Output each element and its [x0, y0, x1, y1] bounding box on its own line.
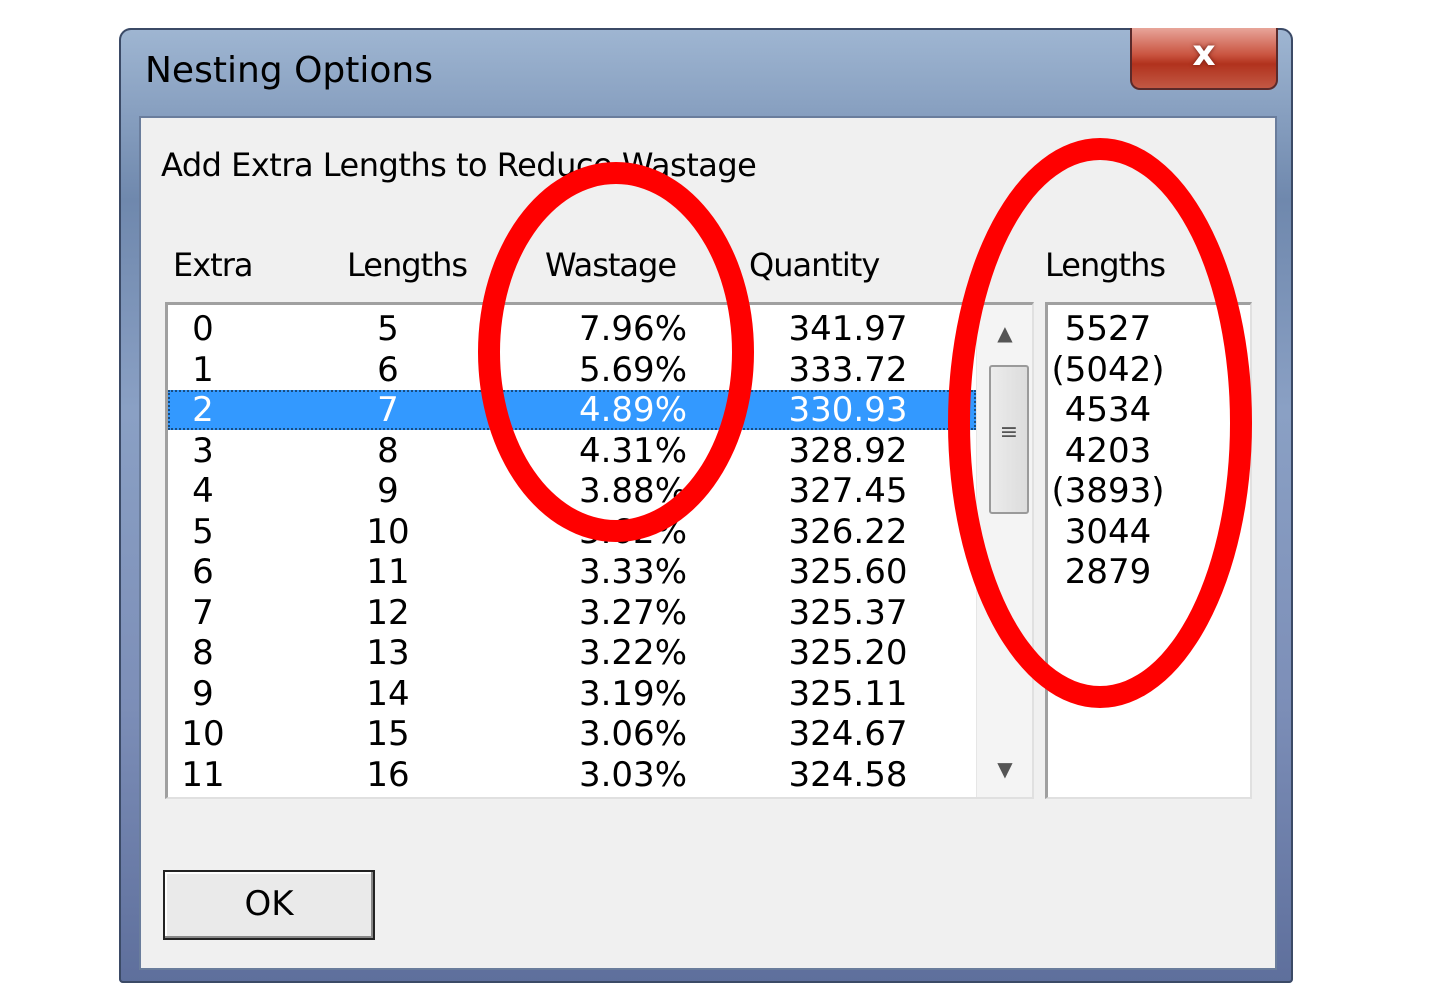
cell-lengths: 9: [377, 471, 399, 511]
table-row[interactable]: 0 5 7.96% 341.97: [168, 309, 976, 349]
lengths-listbox[interactable]: 5527 (5042) 4534 4203 (3893) 3044 2879: [1045, 302, 1252, 799]
cell-wastage: 3.33%: [578, 552, 687, 592]
cell-wastage: 3.03%: [578, 754, 687, 795]
cell-extra: 5: [192, 511, 214, 552]
column-header-lengths: Lengths: [347, 246, 468, 284]
cell-wastage: 4.31%: [578, 430, 687, 471]
cell-extra: 10: [181, 714, 225, 754]
list-item[interactable]: (3893): [1048, 471, 1168, 511]
list-item[interactable]: 3044: [1048, 512, 1168, 552]
scroll-down-icon[interactable]: ▼: [977, 749, 1032, 789]
cell-quantity: 325.37: [788, 592, 908, 633]
cell-quantity: 341.97: [788, 309, 908, 349]
column-header-extra: Extra: [173, 246, 253, 284]
cell-extra: 2: [192, 390, 214, 430]
cell-lengths: 13: [366, 633, 410, 673]
table-row[interactable]: 3 8 4.31% 328.92: [168, 431, 976, 471]
dialog-body: Add Extra Lengths to Reduce Wastage Extr…: [139, 116, 1277, 970]
cell-wastage: 7.96%: [578, 309, 687, 349]
cell-wastage: 3.27%: [578, 592, 687, 633]
cell-quantity: 325.60: [788, 552, 908, 592]
list-item[interactable]: 4534: [1048, 390, 1168, 430]
dialog-heading: Add Extra Lengths to Reduce Wastage: [161, 146, 757, 184]
cell-extra: 9: [192, 673, 214, 714]
cell-wastage: 3.22%: [578, 633, 687, 673]
table-row[interactable]: 8 13 3.22% 325.20: [168, 633, 976, 673]
cell-lengths: 15: [366, 714, 410, 754]
list-item[interactable]: 2879: [1048, 552, 1168, 592]
options-list[interactable]: 0 5 7.96% 341.97 1 6 5.69% 333.72 2 7 4.89% 330.93 3…: [165, 302, 1034, 799]
cell-extra: 11: [181, 754, 225, 795]
cell-quantity: 324.58: [788, 754, 908, 795]
cell-quantity: 330.93: [788, 390, 908, 430]
cell-quantity: 325.20: [788, 633, 908, 673]
cell-extra: 8: [192, 633, 214, 673]
cell-wastage: 5.69%: [578, 349, 687, 390]
table-row[interactable]: 11 16 3.03% 324.58: [168, 755, 976, 795]
cell-quantity: 327.45: [788, 471, 908, 511]
list-item[interactable]: (5042): [1048, 350, 1168, 390]
cell-quantity: 333.72: [788, 349, 908, 390]
cell-quantity: 326.22: [788, 511, 908, 552]
cell-extra: 1: [192, 349, 214, 390]
cell-quantity: 328.92: [788, 430, 908, 471]
close-icon: x: [1192, 33, 1216, 74]
table-row[interactable]: 1 6 5.69% 333.72: [168, 350, 976, 390]
close-button[interactable]: x: [1130, 28, 1278, 90]
cell-lengths: 6: [377, 349, 399, 390]
cell-wastage: 4.89%: [578, 390, 687, 430]
table-row[interactable]: 9 14 3.19% 325.11: [168, 674, 976, 714]
cell-lengths: 5: [377, 309, 399, 349]
cell-wastage: 3.88%: [578, 471, 687, 511]
list-item[interactable]: 4203: [1048, 431, 1168, 471]
cell-lengths: 11: [366, 552, 410, 592]
table-row[interactable]: 10 15 3.06% 324.67: [168, 714, 976, 754]
column-header-wastage: Wastage: [545, 246, 677, 284]
cell-lengths: 10: [366, 511, 410, 552]
cell-lengths: 7: [377, 390, 399, 430]
cell-lengths: 12: [366, 592, 410, 633]
cell-extra: 4: [192, 471, 214, 511]
nesting-options-window: Nesting Options x Add Extra Lengths to R…: [119, 28, 1293, 983]
cell-wastage: 3.19%: [578, 673, 687, 714]
cell-quantity: 324.67: [788, 714, 908, 754]
cell-quantity: 325.11: [788, 673, 908, 714]
window-title: Nesting Options: [145, 50, 433, 91]
column-header-quantity: Quantity: [749, 246, 880, 284]
scroll-thumb[interactable]: ≡: [989, 365, 1029, 514]
cell-lengths: 16: [366, 754, 410, 795]
cell-extra: 7: [192, 592, 214, 633]
cell-lengths: 14: [366, 673, 410, 714]
table-row[interactable]: 6 11 3.33% 325.60: [168, 552, 976, 592]
table-row[interactable]: 2 7 4.89% 330.93: [168, 390, 976, 430]
cell-lengths: 8: [377, 430, 399, 471]
scroll-up-icon[interactable]: ▲: [977, 313, 1032, 353]
list-item[interactable]: 5527: [1048, 309, 1168, 349]
grip-icon: ≡: [999, 420, 1019, 445]
table-row[interactable]: 7 12 3.27% 325.37: [168, 593, 976, 633]
ok-button[interactable]: OK: [163, 870, 375, 940]
table-row[interactable]: 4 9 3.88% 327.45: [168, 471, 976, 511]
cell-wastage: 3.62%: [578, 511, 687, 552]
vertical-scrollbar[interactable]: ▲ ≡ ▼: [976, 305, 1032, 797]
cell-extra: 0: [192, 309, 214, 349]
table-row[interactable]: 5 10 3.62% 326.22: [168, 512, 976, 552]
cell-wastage: 3.06%: [578, 714, 687, 754]
cell-extra: 6: [192, 552, 214, 592]
cell-extra: 3: [192, 430, 214, 471]
column-header-lengths-list: Lengths: [1045, 246, 1166, 284]
